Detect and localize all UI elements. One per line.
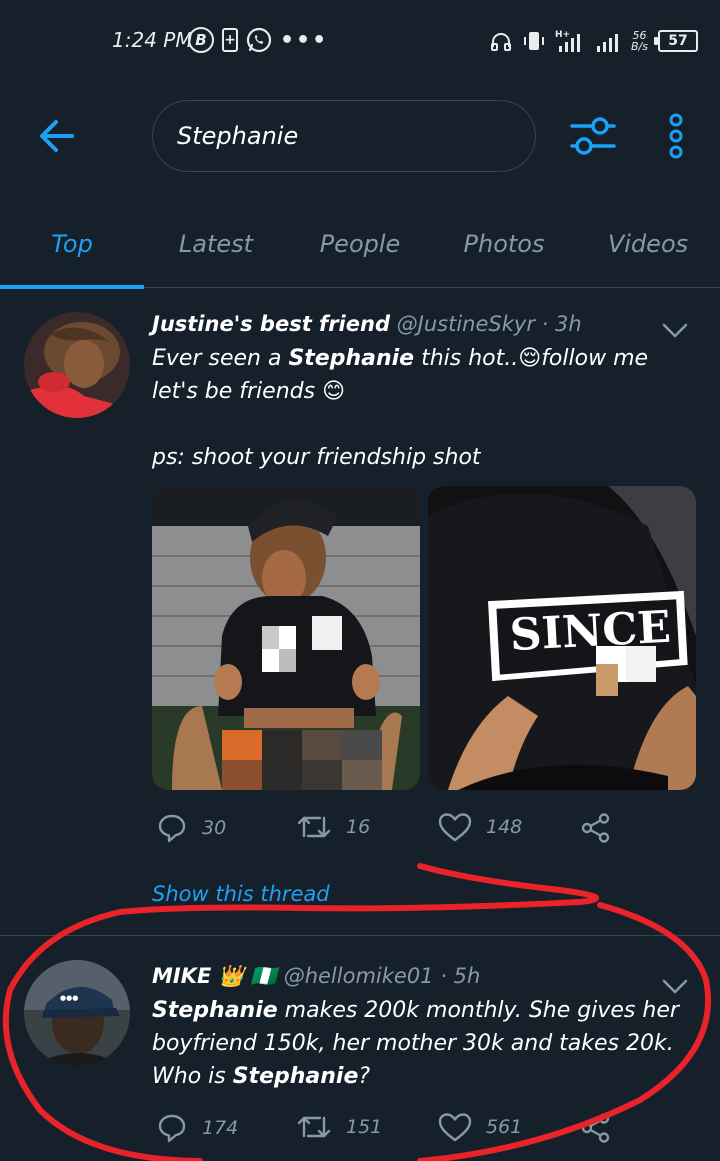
- sliders-icon: [570, 117, 616, 155]
- heart-icon: [438, 813, 472, 842]
- reply-button[interactable]: 174: [156, 1112, 238, 1144]
- back-arrow-icon: [40, 120, 74, 152]
- avatar[interactable]: [24, 312, 130, 418]
- like-button[interactable]: 561: [438, 1112, 522, 1142]
- network-speed: 56 B/s: [631, 30, 648, 52]
- tweet-media: SINCE: [152, 486, 696, 790]
- status-time: 1:24 PM: [112, 28, 193, 52]
- tweet-body: MIKE 👑 🇳🇬 @hellomike01 · 5h Stephanie ma…: [152, 960, 690, 1093]
- status-notification-icons: B + •••: [188, 25, 328, 55]
- media-photo-2[interactable]: SINCE: [428, 486, 696, 790]
- photo-1-image: [152, 486, 420, 790]
- separator-dot: ·: [541, 312, 549, 336]
- screen: 1:24 PM B + ••• H+ 56 B/s 57 Stephanie T…: [0, 0, 720, 1161]
- separator-dot: ·: [440, 964, 447, 988]
- author-handle[interactable]: @JustineSkyr: [397, 312, 535, 336]
- tweet-header: Justine's best friend @JustineSkyr · 3h: [152, 308, 690, 340]
- back-button[interactable]: [30, 110, 82, 162]
- signal-strength-1-icon: H+: [555, 30, 581, 52]
- tab-top[interactable]: Top: [0, 200, 144, 289]
- headphones-icon: [491, 33, 512, 51]
- author-name[interactable]: MIKE: [152, 964, 211, 988]
- tweet-text-paragraph: Ever seen a Stephanie this hot..😌follow …: [152, 342, 690, 408]
- retweet-button[interactable]: 16: [296, 812, 370, 842]
- search-highlight: Stephanie: [288, 346, 415, 371]
- reply-count: 174: [202, 1117, 239, 1139]
- tab-latest[interactable]: Latest: [144, 200, 288, 288]
- reply-icon: [158, 814, 186, 843]
- reply-count: 30: [202, 817, 227, 839]
- svg-text:●●●: ●●●: [60, 994, 78, 1002]
- like-count: 148: [486, 816, 523, 838]
- search-input[interactable]: Stephanie: [152, 100, 536, 172]
- retweet-icon: [297, 1116, 331, 1138]
- author-name-badges: 👑 🇳🇬: [218, 964, 278, 988]
- tweet-time: 5h: [453, 964, 481, 988]
- search-tabs: Top Latest People Photos Videos: [0, 200, 720, 289]
- tweet-time: 3h: [555, 312, 582, 336]
- overflow-menu-button[interactable]: [656, 110, 696, 162]
- whatsapp-icon: [246, 27, 272, 53]
- show-thread-link[interactable]: Show this thread: [152, 882, 330, 906]
- author-name[interactable]: Justine's best friend: [152, 312, 390, 336]
- tweet-actions: 30 16 148: [152, 812, 632, 852]
- media-photo-1[interactable]: [152, 486, 420, 790]
- chevron-down-icon[interactable]: [660, 974, 690, 998]
- svg-text:H+: H+: [555, 30, 570, 40]
- status-system-icons: H+ 56 B/s 57: [489, 26, 698, 56]
- share-icon: [581, 1113, 610, 1143]
- share-button[interactable]: [580, 1112, 612, 1144]
- chevron-down-icon[interactable]: [660, 318, 690, 342]
- retweet-icon: [297, 816, 331, 838]
- search-header: Stephanie: [0, 80, 720, 200]
- avatar-image: [24, 312, 130, 418]
- author-handle[interactable]: @hellomike01: [284, 964, 434, 988]
- tweet-text-paragraph-2: ps: shoot your friendship shot: [152, 445, 481, 470]
- battery-level: 57: [668, 33, 688, 49]
- search-filters-button[interactable]: [566, 110, 620, 162]
- retweet-button[interactable]: 151: [296, 1112, 382, 1142]
- network-speed-unit: B/s: [631, 40, 648, 53]
- like-button[interactable]: 148: [438, 812, 522, 842]
- tweet-text: Ever seen a Stephanie this hot..😌follow …: [152, 342, 690, 474]
- tweet-actions: 174 151 561: [152, 1112, 632, 1152]
- more-notifications-icon: •••: [280, 27, 329, 53]
- search-highlight: Stephanie: [232, 1064, 359, 1089]
- share-icon: [581, 813, 610, 843]
- avatar[interactable]: ●●●: [24, 960, 130, 1066]
- tweet-text-part: ?: [358, 1064, 371, 1089]
- signal-strength-2-icon: [597, 34, 619, 52]
- tab-photos[interactable]: Photos: [432, 200, 576, 288]
- tweet-body: Justine's best friend @JustineSkyr · 3h …: [152, 308, 690, 474]
- like-count: 561: [486, 1116, 523, 1138]
- reply-icon: [158, 1114, 186, 1143]
- heart-icon: [438, 1113, 472, 1142]
- tweet-header: MIKE 👑 🇳🇬 @hellomike01 · 5h: [152, 960, 690, 992]
- photo-2-image: SINCE: [428, 486, 696, 790]
- battery-icon: 57: [654, 30, 698, 52]
- tweet[interactable]: Justine's best friend @JustineSkyr · 3h …: [0, 288, 720, 936]
- reply-button[interactable]: 30: [156, 812, 226, 844]
- status-bar: 1:24 PM B + ••• H+ 56 B/s 57: [0, 0, 720, 80]
- search-query: Stephanie: [177, 122, 299, 150]
- vertical-dots-icon: [669, 113, 683, 159]
- tweet-text: Stephanie makes 200k monthly. She gives …: [152, 994, 690, 1093]
- avatar-image: ●●●: [24, 960, 130, 1066]
- tweet[interactable]: ●●● MIKE 👑 🇳🇬 @hellomike01 · 5h Stephani…: [0, 936, 720, 1161]
- tab-people[interactable]: People: [288, 200, 432, 288]
- vibrate-icon: [524, 32, 545, 50]
- tab-videos[interactable]: Videos: [576, 200, 720, 288]
- tweet-text-part: Ever seen a: [152, 346, 289, 371]
- b-badge-icon: B: [188, 27, 214, 53]
- retweet-count: 16: [346, 816, 371, 838]
- retweet-count: 151: [346, 1116, 383, 1138]
- battery-saver-icon: +: [222, 28, 238, 52]
- search-highlight: Stephanie: [152, 998, 278, 1023]
- share-button[interactable]: [580, 812, 612, 844]
